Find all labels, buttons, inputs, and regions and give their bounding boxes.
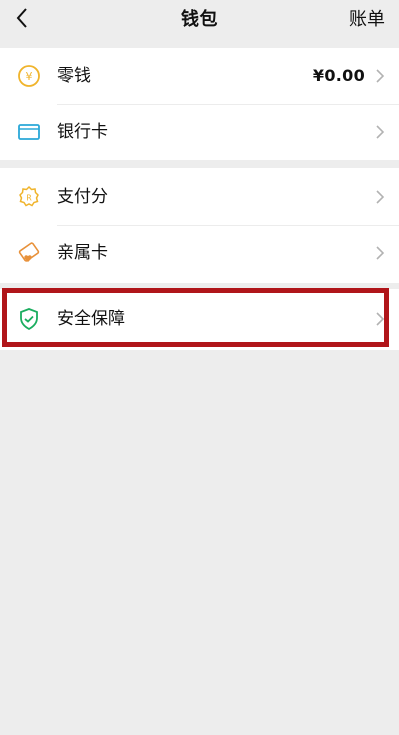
row-label: 零钱 (57, 66, 91, 86)
row-security[interactable]: 安全保障 (0, 291, 399, 347)
bank-card-icon (17, 120, 41, 144)
row-label: 安全保障 (57, 309, 125, 329)
row-pay-score[interactable]: R 支付分 (0, 169, 399, 225)
chevron-right-icon (375, 124, 385, 140)
pay-score-icon: R (17, 185, 41, 209)
balance-value: ¥0.00 (312, 66, 365, 85)
chevron-right-icon (375, 245, 385, 261)
navigation-bar: 钱包 账单 (0, 0, 399, 38)
svg-text:¥: ¥ (26, 70, 33, 83)
row-bank-card[interactable]: 银行卡 (0, 104, 399, 160)
wallet-group-services: R 支付分 亲属卡 (0, 168, 399, 283)
row-label: 银行卡 (57, 122, 108, 142)
bill-button[interactable]: 账单 (349, 5, 385, 31)
chevron-right-icon (375, 311, 385, 327)
row-label: 亲属卡 (57, 243, 108, 263)
chevron-right-icon (375, 189, 385, 205)
family-card-icon (17, 241, 41, 265)
row-label: 支付分 (57, 187, 108, 207)
wallet-group-security: 安全保障 (0, 289, 399, 350)
chevron-right-icon (375, 68, 385, 84)
wallet-group-balance: ¥ 零钱 ¥0.00 银行卡 (0, 48, 399, 160)
security-shield-icon (17, 307, 41, 331)
row-change[interactable]: ¥ 零钱 ¥0.00 (0, 48, 399, 104)
row-family-card[interactable]: 亲属卡 (0, 225, 399, 281)
change-coin-icon: ¥ (17, 64, 41, 88)
page-title: 钱包 (181, 9, 218, 30)
svg-text:R: R (26, 194, 32, 203)
